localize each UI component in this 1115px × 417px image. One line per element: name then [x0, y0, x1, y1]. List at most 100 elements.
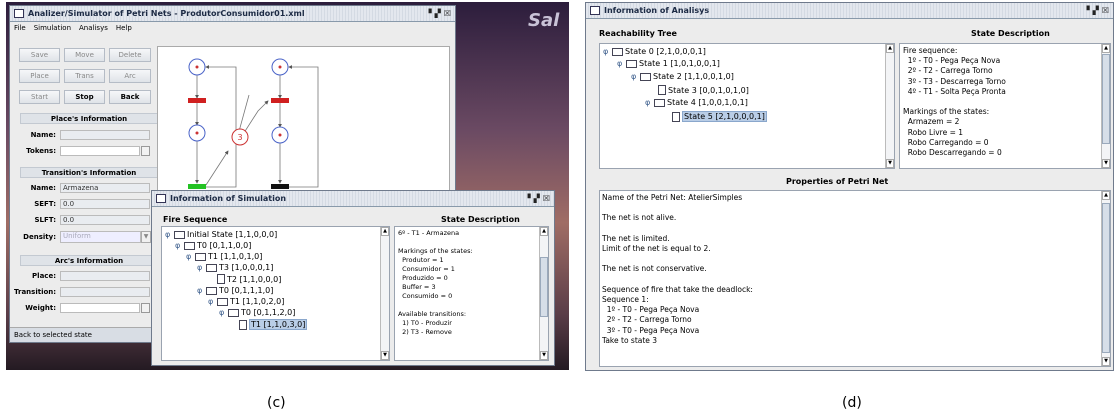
- delete-button[interactable]: Delete: [109, 48, 151, 62]
- arc-place-field[interactable]: [60, 271, 150, 281]
- properties-header: Properties of Petri Net: [786, 177, 889, 186]
- tree-node[interactable]: State 3 [0,0,1,0,1,0]: [658, 85, 749, 95]
- expand-icon[interactable]: φ: [197, 263, 204, 272]
- arc-info-header: Arc's Information: [20, 255, 158, 266]
- tree-node-label: State 5 [2,1,0,0,0,1]: [682, 111, 767, 122]
- seft-field[interactable]: 0.0: [60, 199, 150, 209]
- menu-file[interactable]: File: [14, 24, 26, 32]
- scroll-up-icon[interactable]: ▲: [381, 227, 389, 236]
- expand-icon[interactable]: φ: [186, 252, 193, 261]
- expand-icon[interactable]: φ: [197, 286, 204, 295]
- tree-scrollbar[interactable]: ▲ ▼: [380, 227, 389, 360]
- tree-node[interactable]: φ State 1 [1,0,1,0,0,1]: [617, 59, 720, 68]
- maximize-icon[interactable]: ▞: [534, 194, 540, 203]
- reachability-tree[interactable]: φ State 0 [2,1,0,0,0,1] φ State 1 [1,0,1,0…: [599, 43, 895, 169]
- density-select[interactable]: Uniform: [60, 231, 141, 243]
- properties-scrollbar[interactable]: ▲ ▼: [1101, 191, 1110, 366]
- tree-node[interactable]: φ State 2 [1,1,0,0,1,0]: [631, 72, 734, 81]
- expand-icon[interactable]: φ: [208, 297, 215, 306]
- folder-icon: [206, 263, 217, 272]
- scroll-up-icon[interactable]: ▲: [886, 44, 894, 53]
- menu-simulation[interactable]: Simulation: [34, 24, 71, 32]
- tree-node-selected[interactable]: T1 [1,1,0,3,0]: [239, 319, 308, 330]
- minimize-icon[interactable]: ▝: [426, 9, 432, 18]
- seft-label: SEFT:: [34, 200, 56, 208]
- minimize-icon[interactable]: ▝: [525, 194, 531, 203]
- scroll-thumb[interactable]: [540, 257, 548, 317]
- trans-button[interactable]: Trans: [64, 69, 105, 83]
- expand-icon[interactable]: φ: [631, 72, 638, 81]
- place-button[interactable]: Place: [19, 69, 60, 83]
- expand-icon[interactable]: φ: [219, 308, 226, 317]
- tree-node[interactable]: φ T0 [0,1,1,1,0]: [197, 286, 273, 295]
- scroll-down-icon[interactable]: ▼: [381, 351, 389, 360]
- maximize-icon[interactable]: ▞: [435, 9, 441, 18]
- tree-node-label: T1 [1,1,0,2,0]: [230, 297, 285, 306]
- weight-field[interactable]: [60, 303, 140, 313]
- scroll-down-icon[interactable]: ▼: [540, 351, 548, 360]
- tree-node[interactable]: φ T0 [0,1,1,2,0]: [219, 308, 295, 317]
- arc-button[interactable]: Arc: [109, 69, 151, 83]
- tree-node-label: T3 [1,0,0,0,1]: [219, 263, 274, 272]
- tree-node[interactable]: φ State 4 [1,0,0,1,0,1]: [645, 98, 748, 107]
- tree-node-selected[interactable]: State 5 [2,1,0,0,0,1]: [672, 111, 767, 122]
- scroll-down-icon[interactable]: ▼: [1102, 159, 1110, 168]
- tree-node[interactable]: φ T1 [1,1,0,2,0]: [208, 297, 284, 306]
- analisys-titlebar[interactable]: Information of Analisys ▝ ▞ ☒: [586, 3, 1113, 19]
- description-scrollbar[interactable]: ▲ ▼: [539, 227, 548, 360]
- tree-node-label: T0 [0,1,1,2,0]: [241, 308, 296, 317]
- scroll-down-icon[interactable]: ▼: [886, 159, 894, 168]
- slft-field[interactable]: 0.0: [60, 215, 150, 225]
- scroll-down-icon[interactable]: ▼: [1102, 357, 1110, 366]
- tree-node-label: T1 [1,1,0,1,0]: [208, 252, 263, 261]
- save-button[interactable]: Save: [19, 48, 60, 62]
- scroll-thumb[interactable]: [1102, 203, 1110, 353]
- arc-transition-field[interactable]: [60, 287, 150, 297]
- description-scrollbar[interactable]: ▲ ▼: [1101, 44, 1110, 168]
- tokens-spinner[interactable]: [141, 146, 150, 156]
- expand-icon[interactable]: φ: [617, 59, 624, 68]
- weight-spinner[interactable]: [141, 303, 150, 313]
- expand-icon[interactable]: φ: [175, 241, 182, 250]
- expand-icon[interactable]: φ: [165, 230, 172, 239]
- tree-node[interactable]: φ T1 [1,1,0,1,0]: [186, 252, 262, 261]
- minimize-icon[interactable]: ▝: [1084, 6, 1090, 15]
- menu-analisys[interactable]: Analisys: [79, 24, 108, 32]
- chevron-down-icon[interactable]: ▼: [141, 231, 151, 243]
- maximize-icon[interactable]: ▞: [1093, 6, 1099, 15]
- status-text: Back to selected state: [14, 331, 92, 339]
- tree-node-label: State 3 [0,0,1,0,1,0]: [668, 85, 749, 95]
- simulation-titlebar[interactable]: Information of Simulation ▝ ▞ ☒: [152, 191, 554, 207]
- scroll-thumb[interactable]: [1102, 54, 1110, 144]
- properties-panel[interactable]: Name of the Petri Net: AtelierSimples Th…: [599, 190, 1111, 367]
- state-description-panel[interactable]: 6º - T1 - Armazena Markings of the state…: [394, 226, 549, 361]
- tokens-field[interactable]: [60, 146, 140, 156]
- fire-sequence-tree[interactable]: φ Initial State [1,1,0,0,0] φ T0 [0,1,1,0,…: [161, 226, 390, 361]
- tree-node[interactable]: φ State 0 [2,1,0,0,0,1]: [603, 47, 706, 56]
- tree-node[interactable]: T2 [1,1,0,0,0]: [217, 274, 281, 284]
- place-name-field[interactable]: [60, 130, 150, 140]
- close-icon[interactable]: ☒: [1102, 6, 1109, 15]
- move-button[interactable]: Move: [64, 48, 105, 62]
- start-button[interactable]: Start: [19, 90, 60, 104]
- tree-node[interactable]: φ T0 [0,1,1,0,0]: [175, 241, 251, 250]
- menu-help[interactable]: Help: [116, 24, 132, 32]
- close-icon[interactable]: ☒: [444, 9, 451, 18]
- state-description-panel[interactable]: Fire sequence: 1º - T0 - Pega Peça Nova …: [899, 43, 1111, 169]
- tree-node[interactable]: φ T3 [1,0,0,0,1]: [197, 263, 273, 272]
- tree-scrollbar[interactable]: ▲ ▼: [885, 44, 894, 168]
- transition-name-field[interactable]: Armazena: [60, 183, 150, 193]
- fire-sequence-header: Fire Sequence: [163, 215, 228, 224]
- close-icon[interactable]: ☒: [543, 194, 550, 203]
- state-description-text: Fire sequence: 1º - T0 - Pega Peça Nova …: [903, 46, 1006, 158]
- scroll-up-icon[interactable]: ▲: [1102, 44, 1110, 53]
- expand-icon[interactable]: φ: [645, 98, 652, 107]
- state-description-header: State Description: [441, 215, 520, 224]
- back-button[interactable]: Back: [109, 90, 151, 104]
- tree-node[interactable]: φ Initial State [1,1,0,0,0]: [165, 230, 277, 239]
- stop-button[interactable]: Stop: [64, 90, 105, 104]
- expand-icon[interactable]: φ: [603, 47, 610, 56]
- scroll-up-icon[interactable]: ▲: [540, 227, 548, 236]
- main-window-titlebar[interactable]: Analizer/Simulator of Petri Nets - Produ…: [10, 6, 455, 22]
- scroll-up-icon[interactable]: ▲: [1102, 191, 1110, 200]
